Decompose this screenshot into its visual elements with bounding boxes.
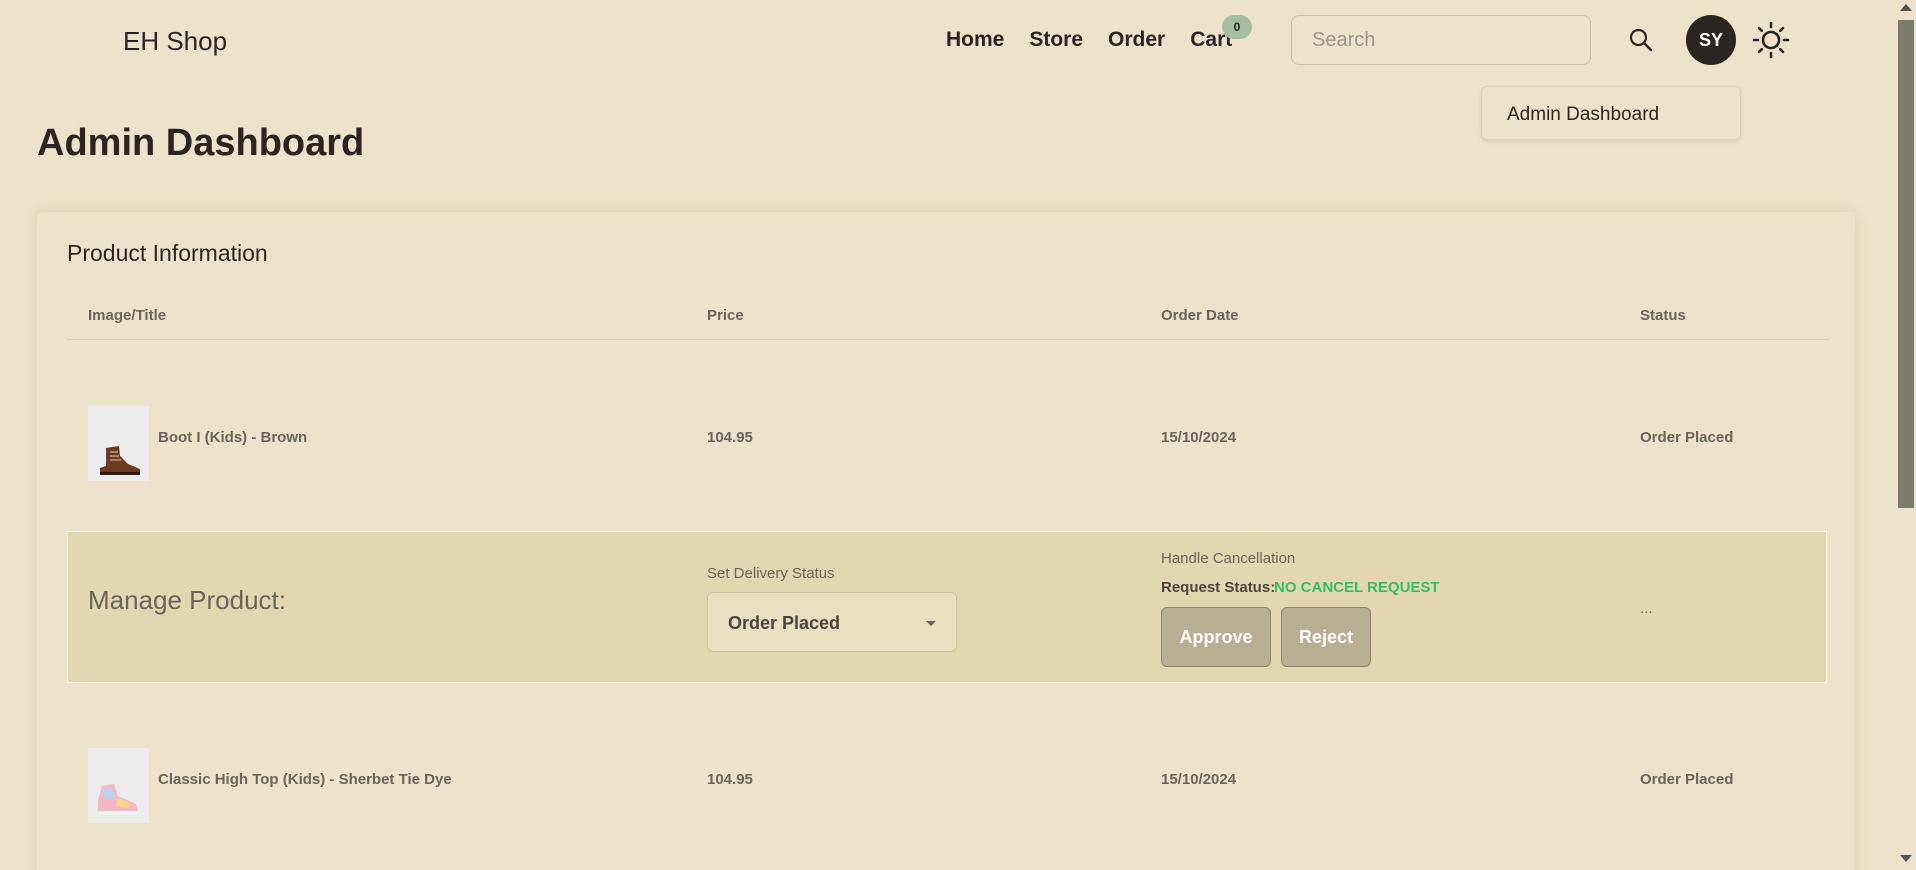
product-order-date: 15/10/2024 xyxy=(1161,429,1237,446)
product-thumbnail[interactable] xyxy=(88,748,149,823)
delivery-status-value: Order Placed xyxy=(728,613,841,633)
request-status-label: Request Status: xyxy=(1161,579,1276,596)
delivery-status-select[interactable]: Order Placed xyxy=(707,592,957,652)
search-button[interactable] xyxy=(1628,27,1654,53)
nav-home[interactable]: Home xyxy=(946,28,1004,52)
chevron-down-icon xyxy=(926,621,936,626)
nav-store[interactable]: Store xyxy=(1029,28,1083,52)
manage-product-title: Manage Product: xyxy=(88,585,287,615)
request-status-value: NO CANCEL REQUEST xyxy=(1274,579,1440,596)
boot-image-icon xyxy=(88,406,149,481)
card-title: Product Information xyxy=(67,240,268,266)
scrollbar-thumb[interactable] xyxy=(1898,20,1914,508)
scroll-up-arrow-icon[interactable] xyxy=(1900,4,1912,11)
sun-icon xyxy=(1752,21,1790,59)
scroll-down-arrow-icon[interactable] xyxy=(1900,855,1912,862)
product-thumbnail[interactable] xyxy=(88,406,149,481)
brand-logo[interactable]: EH Shop xyxy=(123,26,227,57)
product-price: 104.95 xyxy=(707,771,753,788)
column-header-price: Price xyxy=(707,307,744,324)
page-title: Admin Dashboard xyxy=(37,122,365,164)
theme-toggle-button[interactable] xyxy=(1752,21,1790,59)
extra-actions: ... xyxy=(1640,600,1653,617)
delivery-status-label: Set Delivery Status xyxy=(707,565,835,582)
nav-order[interactable]: Order xyxy=(1108,28,1165,52)
table-header-divider xyxy=(67,339,1829,340)
page-root: EH Shop Home Store Order Cart 0 SY xyxy=(0,0,1916,870)
product-order-date: 15/10/2024 xyxy=(1161,771,1237,788)
product-title: Boot I (Kids) - Brown xyxy=(158,429,308,446)
search-input[interactable] xyxy=(1291,15,1591,65)
column-header-image-title: Image/Title xyxy=(88,307,167,324)
product-title: Classic High Top (Kids) - Sherbet Tie Dy… xyxy=(158,771,452,788)
cart-count-badge: 0 xyxy=(1222,15,1252,39)
column-header-status: Status xyxy=(1640,307,1686,324)
product-status: Order Placed xyxy=(1640,771,1734,788)
approve-button[interactable]: Approve xyxy=(1161,607,1271,667)
reject-button[interactable]: Reject xyxy=(1281,607,1371,667)
product-price: 104.95 xyxy=(707,429,753,446)
column-header-order-date: Order Date xyxy=(1161,307,1239,324)
user-dropdown-menu: Admin Dashboard xyxy=(1481,86,1741,140)
dropdown-item-admin-dashboard[interactable]: Admin Dashboard xyxy=(1507,104,1659,126)
main-nav: Home Store Order Cart xyxy=(946,28,1257,52)
user-avatar[interactable]: SY xyxy=(1686,15,1736,65)
search-icon xyxy=(1629,28,1653,52)
product-status: Order Placed xyxy=(1640,429,1734,446)
cancellation-label: Handle Cancellation xyxy=(1161,550,1296,567)
sneaker-image-icon xyxy=(88,748,149,823)
